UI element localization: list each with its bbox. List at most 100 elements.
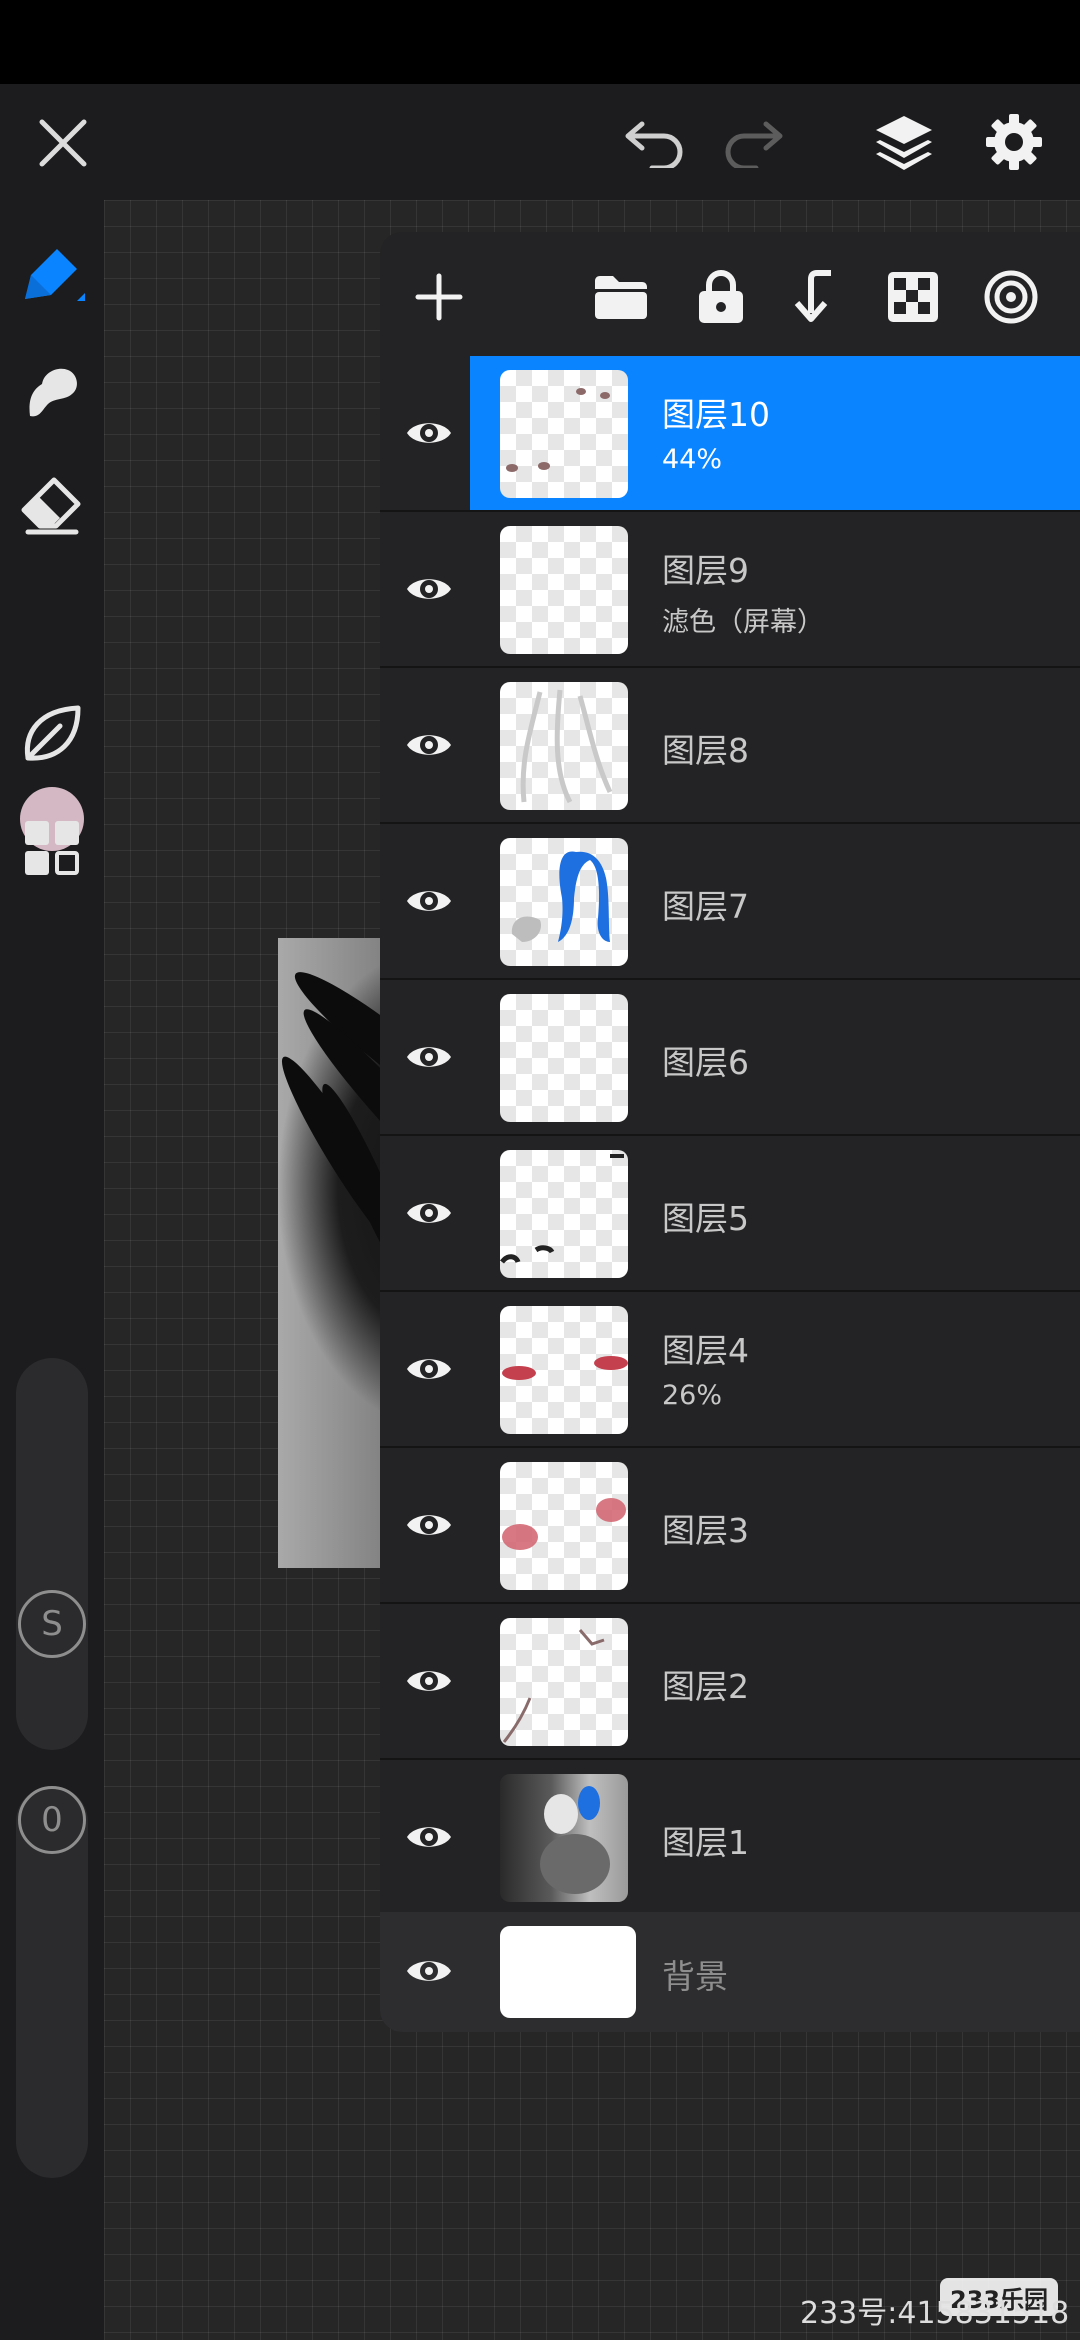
smudge-icon <box>29 368 77 417</box>
layer-thumbnail <box>500 370 628 498</box>
layer-opacity: 44% <box>662 444 723 475</box>
undo-icon <box>625 121 683 168</box>
layer-content[interactable]: 图层9 滤色（屏幕） <box>470 512 1080 666</box>
lock-icon <box>699 270 743 323</box>
undo-button[interactable] <box>614 102 696 184</box>
background-layer-name: 背景 <box>662 1957 728 1996</box>
opacity-slider-label: 0 <box>41 1800 63 1840</box>
visibility-toggle[interactable] <box>394 1646 464 1716</box>
background-color-thumbnail[interactable] <box>500 1926 636 2018</box>
group-layer-button[interactable] <box>586 262 656 332</box>
layer-row[interactable]: 图层6 <box>380 980 1080 1136</box>
visibility-toggle[interactable] <box>394 1178 464 1248</box>
layers-toolbar <box>380 232 1080 356</box>
layer-content[interactable]: 图层2 <box>470 1604 1080 1758</box>
background-layer-row[interactable]: 背景 <box>380 1912 1080 2032</box>
add-layer-button[interactable] <box>404 262 474 332</box>
lock-layer-button[interactable] <box>686 262 756 332</box>
layer-content[interactable]: 图层4 26% <box>470 1292 1080 1446</box>
alpha-lock-button[interactable] <box>878 262 948 332</box>
visibility-toggle[interactable] <box>394 710 464 780</box>
gallery-button[interactable] <box>12 808 92 888</box>
eye-icon <box>407 1671 451 1691</box>
layer-thumbnail <box>500 1462 628 1590</box>
eye-icon <box>407 579 451 599</box>
layer-thumbnail <box>500 1618 628 1746</box>
layer-name: 图层10 <box>662 395 770 434</box>
brush-size-slider[interactable]: S <box>16 1358 88 1750</box>
eye-icon <box>407 1359 451 1379</box>
eye-icon <box>407 1047 451 1067</box>
eye-icon <box>407 423 451 443</box>
opacity-knob[interactable]: 0 <box>18 1786 86 1854</box>
transparency-icon <box>888 272 938 322</box>
smudge-tool[interactable] <box>12 352 92 432</box>
layer-thumbnail <box>500 1306 628 1434</box>
gallery-grid-icon <box>25 821 79 875</box>
layer-row[interactable]: 图层3 <box>380 1448 1080 1604</box>
eraser-icon <box>21 477 81 535</box>
eraser-tool[interactable] <box>12 466 92 546</box>
visibility-toggle[interactable] <box>394 1022 464 1092</box>
brush-size-knob[interactable]: S <box>18 1590 86 1658</box>
layer-content[interactable]: 图层8 <box>470 668 1080 822</box>
visibility-toggle[interactable] <box>394 1936 464 2006</box>
layer-name: 图层5 <box>662 1199 749 1238</box>
target-icon <box>984 270 1038 324</box>
layer-content[interactable]: 图层10 44% <box>470 356 1080 510</box>
opacity-slider[interactable]: 0 <box>16 1786 88 2178</box>
eye-icon <box>407 1515 451 1535</box>
close-button[interactable] <box>22 102 104 184</box>
merge-down-button[interactable] <box>780 262 850 332</box>
layer-row[interactable]: 图层1 <box>380 1760 1080 1916</box>
brush-tool[interactable] <box>12 236 92 316</box>
layer-name: 图层7 <box>662 887 749 926</box>
layer-name: 图层4 <box>662 1331 749 1370</box>
eye-icon <box>407 1961 451 1981</box>
liquify-tool[interactable] <box>12 694 92 774</box>
layer-content[interactable]: 图层6 <box>470 980 1080 1134</box>
settings-button[interactable] <box>970 98 1058 186</box>
layer-name: 图层9 <box>662 551 749 590</box>
layer-name: 图层8 <box>662 731 749 770</box>
layers-button[interactable] <box>860 98 948 186</box>
eye-icon <box>407 1827 451 1847</box>
visibility-toggle[interactable] <box>394 1334 464 1404</box>
layer-row[interactable]: 图层9 滤色（屏幕） <box>380 512 1080 668</box>
watermark-id: 233号:415831518 <box>800 2296 1070 2331</box>
layer-thumbnail <box>500 1150 628 1278</box>
eye-icon <box>407 891 451 911</box>
folder-icon <box>595 276 647 319</box>
layer-blend-mode: 滤色（屏幕） <box>662 607 824 638</box>
redo-button[interactable] <box>712 102 794 184</box>
eye-icon <box>407 735 451 755</box>
gear-icon <box>986 114 1042 170</box>
layer-thumbnail <box>500 994 628 1122</box>
layer-content[interactable]: 图层7 <box>470 824 1080 978</box>
layer-row[interactable]: 图层8 <box>380 668 1080 824</box>
layer-opacity: 26% <box>662 1380 723 1411</box>
layer-row[interactable]: 图层5 <box>380 1136 1080 1292</box>
visibility-toggle[interactable] <box>394 1802 464 1872</box>
layer-thumbnail <box>500 838 628 966</box>
left-toolbar: S 0 <box>0 200 104 2340</box>
layers-panel: 图层10 44% 图层9 滤色（屏幕） 图层8 图层7 图层6 图层5 图层4 … <box>380 232 1080 2032</box>
layer-thumbnail <box>500 682 628 810</box>
layer-row[interactable]: 图层7 <box>380 824 1080 980</box>
layer-thumbnail <box>500 1774 628 1902</box>
visibility-toggle[interactable] <box>394 554 464 624</box>
visibility-toggle[interactable] <box>394 866 464 936</box>
reference-button[interactable] <box>976 262 1046 332</box>
layer-content[interactable]: 图层1 <box>470 1760 1080 1914</box>
visibility-toggle[interactable] <box>394 1490 464 1560</box>
layer-row[interactable]: 图层10 44% <box>380 356 1080 512</box>
status-bar <box>0 0 1080 84</box>
visibility-toggle[interactable] <box>394 398 464 468</box>
layer-row[interactable]: 图层2 <box>380 1604 1080 1760</box>
layer-content[interactable]: 图层5 <box>470 1136 1080 1290</box>
layer-content[interactable]: 图层3 <box>470 1448 1080 1602</box>
size-slider-label: S <box>41 1604 63 1644</box>
top-bar <box>0 84 1080 200</box>
merge-down-icon <box>794 270 831 322</box>
layer-row[interactable]: 图层4 26% <box>380 1292 1080 1448</box>
